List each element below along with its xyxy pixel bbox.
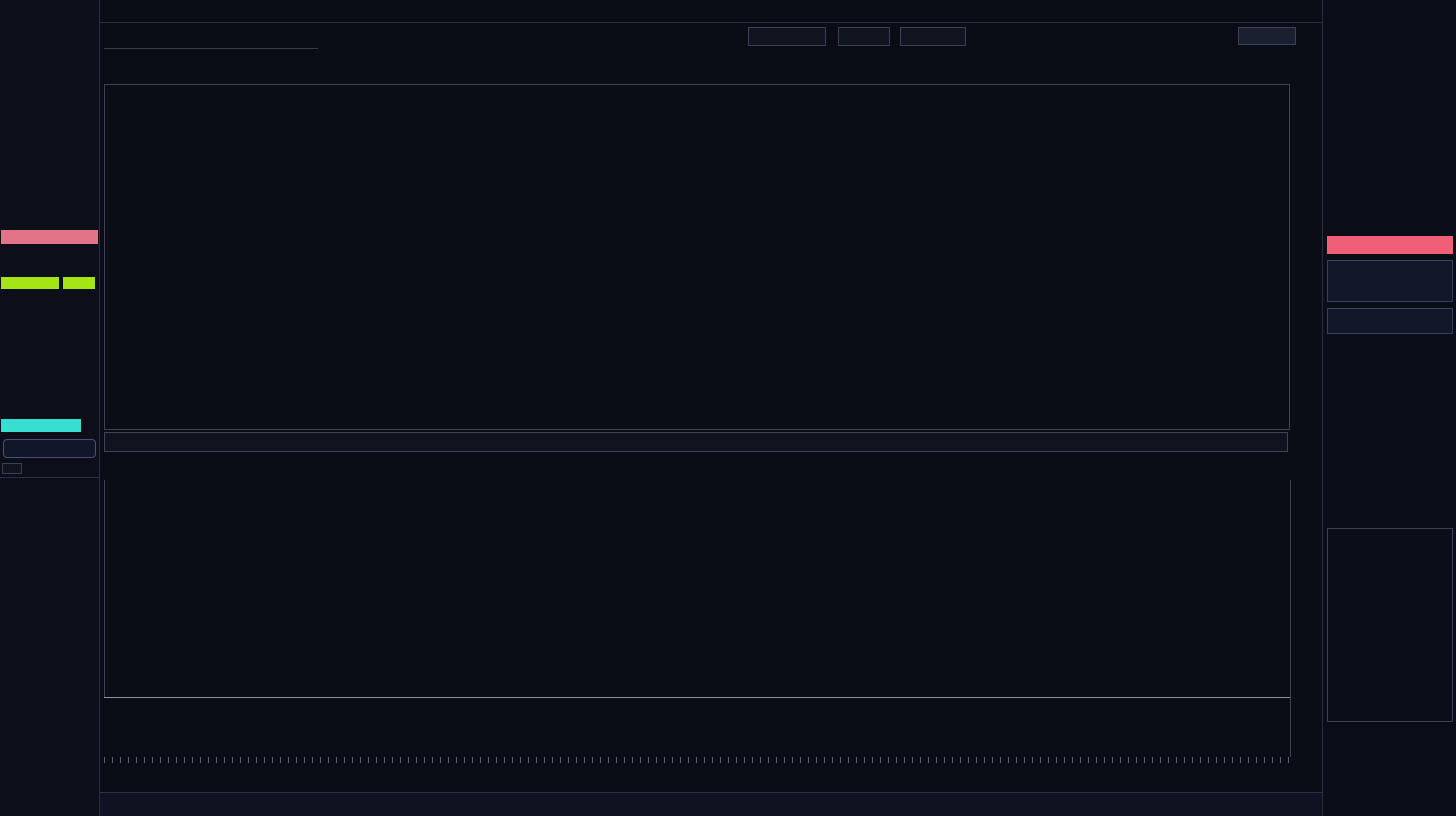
selected-price-row[interactable] [1, 419, 81, 432]
lime-row-left[interactable] [1, 277, 59, 289]
lower-left-border [104, 480, 105, 697]
news-panel [1327, 0, 1453, 816]
sidebar-divider [0, 477, 100, 478]
titlebar-divider [100, 22, 1322, 23]
compare-icon[interactable] [900, 27, 920, 46]
lower-axis-line [104, 697, 1290, 698]
positions-panel [1327, 528, 1453, 722]
heat-strip[interactable] [105, 433, 1287, 451]
time-axis-ticks [104, 757, 1290, 763]
filter-dropdown[interactable] [1327, 308, 1453, 334]
alert-row[interactable] [1, 230, 98, 244]
alert-banner[interactable] [1327, 236, 1453, 254]
snapshot-button[interactable] [1238, 27, 1296, 45]
trading-app-root [0, 0, 1456, 816]
status-bar [0, 792, 1456, 816]
main-chart[interactable] [104, 84, 1290, 430]
left-sidebar-content [0, 0, 100, 816]
lower-right-border [1290, 480, 1291, 757]
range-selector[interactable] [748, 27, 826, 46]
lime-row-right[interactable] [63, 277, 95, 289]
social-box [1327, 260, 1453, 302]
toolbar-underline [104, 48, 318, 49]
accumulate-button[interactable] [3, 439, 96, 458]
interval-selector[interactable] [838, 27, 890, 46]
compare-selector[interactable] [920, 27, 966, 46]
quantity-input[interactable] [2, 463, 22, 474]
